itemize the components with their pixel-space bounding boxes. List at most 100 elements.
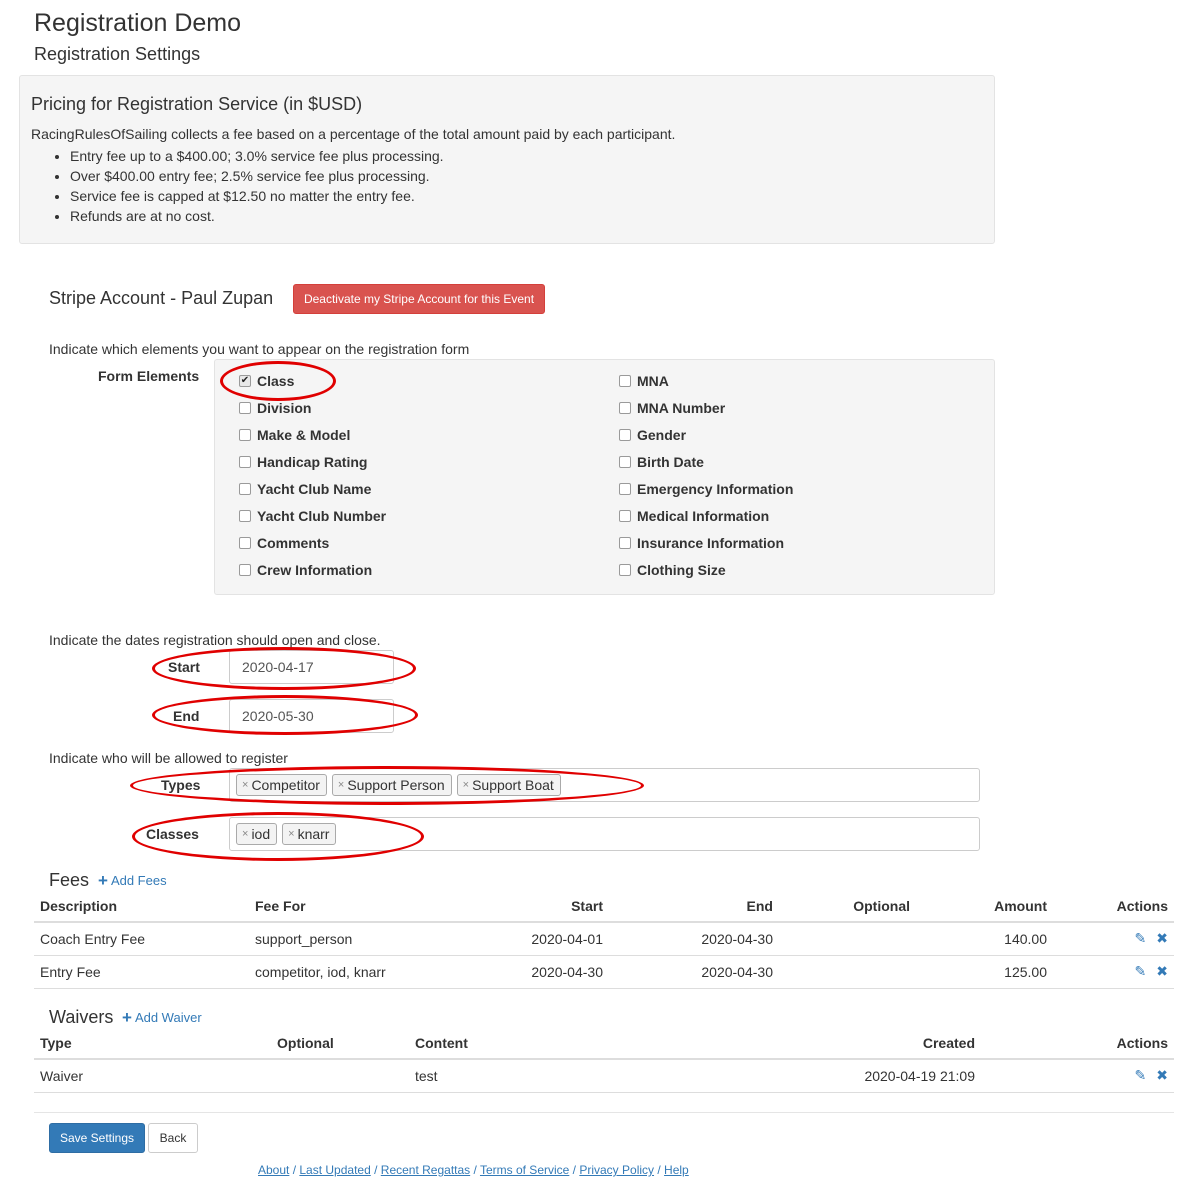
column-header: Actions [1053, 890, 1174, 923]
checkbox-label: Clothing Size [637, 562, 726, 578]
checkbox-box[interactable] [619, 483, 631, 495]
checkbox-gender[interactable]: Gender [619, 425, 686, 445]
checkbox-box[interactable] [619, 510, 631, 522]
checkbox-label: MNA Number [637, 400, 726, 416]
remove-icon[interactable]: × [242, 828, 248, 840]
checkbox-birth-date[interactable]: Birth Date [619, 452, 704, 472]
fee-actions: ✎ ✖ [1053, 922, 1174, 956]
checkbox-mna-number[interactable]: MNA Number [619, 398, 725, 418]
form-elements-instruction: Indicate which elements you want to appe… [49, 341, 470, 357]
pricing-panel: Pricing for Registration Service (in $US… [19, 75, 995, 244]
checkbox-make-model[interactable]: Make & Model [239, 425, 350, 445]
checkbox-box[interactable] [619, 429, 631, 441]
start-date-label: Start [168, 659, 200, 675]
checkbox-label: MNA [637, 373, 669, 389]
footer-separator: / [569, 1163, 580, 1177]
start-date-input[interactable]: 2020-04-17 [229, 650, 394, 684]
classes-label: Classes [146, 826, 199, 842]
remove-icon[interactable]: ✖ [1156, 1067, 1168, 1083]
checkbox-box[interactable] [239, 564, 251, 576]
checkbox-label: Birth Date [637, 454, 704, 470]
footer-link-about[interactable]: About [258, 1163, 289, 1177]
classes-tag-input[interactable]: × iod × knarr [229, 817, 980, 851]
column-header: Start [499, 890, 609, 923]
footer-link-privacy[interactable]: Privacy Policy [579, 1163, 654, 1177]
remove-icon[interactable]: ✖ [1156, 930, 1168, 946]
column-header: Amount [916, 890, 1053, 923]
column-header: Actions [981, 1027, 1174, 1060]
checkbox-box[interactable] [619, 402, 631, 414]
add-waiver-link[interactable]: + Add Waiver [122, 1007, 202, 1027]
column-header: Optional [271, 1027, 409, 1060]
tag-label: iod [251, 826, 271, 842]
remove-icon[interactable]: × [463, 779, 469, 791]
divider [34, 1112, 1174, 1113]
fee-for: support_person [249, 922, 499, 956]
checkbox-emergency-information[interactable]: Emergency Information [619, 479, 793, 499]
fee-amount: 140.00 [916, 922, 1053, 956]
waiver-actions: ✎ ✖ [981, 1059, 1174, 1093]
checkbox-medical-information[interactable]: Medical Information [619, 506, 769, 526]
table-row: Entry Fee competitor, iod, knarr 2020-04… [34, 955, 1174, 989]
back-button[interactable]: Back [148, 1123, 198, 1153]
plus-icon: + [122, 1007, 132, 1027]
fees-title: Fees [49, 870, 90, 890]
table-row: Waiver test 2020-04-19 21:09 ✎ ✖ [34, 1059, 1174, 1093]
page-subtitle: Registration Settings [34, 44, 201, 64]
remove-icon[interactable]: × [242, 779, 248, 791]
checkbox-label: Medical Information [637, 508, 770, 524]
checkbox-box[interactable] [239, 402, 251, 414]
footer-link-terms[interactable]: Terms of Service [480, 1163, 569, 1177]
form-elements-label: Form Elements [98, 368, 200, 384]
checkbox-crew-information[interactable]: Crew Information [239, 560, 372, 580]
checkmark-icon[interactable]: ✔ [239, 375, 251, 387]
add-fees-link[interactable]: + Add Fees [98, 872, 167, 889]
footer-link-help[interactable]: Help [664, 1163, 689, 1177]
fee-optional [779, 955, 916, 989]
checkbox-box[interactable] [239, 429, 251, 441]
tag-label: knarr [297, 826, 330, 842]
add-fees-label: Add Fees [110, 873, 167, 888]
column-header: Type [34, 1027, 271, 1060]
footer-link-recent-regattas[interactable]: Recent Regattas [381, 1163, 470, 1177]
checkbox-label: Handicap Rating [257, 454, 368, 470]
pricing-title: Pricing for Registration Service (in $US… [31, 94, 363, 114]
checkbox-clothing-size[interactable]: Clothing Size [619, 560, 726, 580]
deactivate-stripe-button[interactable]: Deactivate my Stripe Account for this Ev… [293, 284, 545, 314]
footer-link-last-updated[interactable]: Last Updated [299, 1163, 370, 1177]
remove-icon[interactable]: × [288, 828, 294, 840]
checkbox-box[interactable] [619, 456, 631, 468]
checkbox-box[interactable] [239, 456, 251, 468]
checkbox-division[interactable]: Division [239, 398, 311, 418]
save-settings-button[interactable]: Save Settings [49, 1123, 145, 1153]
waiver-optional [271, 1059, 409, 1093]
checkbox-yacht-club-name[interactable]: Yacht Club Name [239, 479, 371, 499]
column-header: End [609, 890, 779, 923]
fee-for: competitor, iod, knarr [249, 955, 499, 989]
footer-separator: / [370, 1163, 381, 1177]
checkbox-box[interactable] [239, 483, 251, 495]
end-date-input[interactable]: 2020-05-30 [229, 699, 394, 733]
checkbox-insurance-information[interactable]: Insurance Information [619, 533, 784, 553]
end-date-label: End [173, 708, 200, 724]
remove-icon[interactable]: ✖ [1156, 963, 1168, 979]
checkbox-box[interactable] [619, 537, 631, 549]
checkbox-handicap-rating[interactable]: Handicap Rating [239, 452, 367, 472]
checkbox-box[interactable] [619, 564, 631, 576]
checkbox-box[interactable] [239, 510, 251, 522]
checkbox-box[interactable] [239, 537, 251, 549]
pencil-icon[interactable]: ✎ [1135, 1067, 1147, 1083]
checkbox-yacht-club-number[interactable]: Yacht Club Number [239, 506, 386, 526]
checkbox-label: Emergency Information [637, 481, 794, 497]
remove-icon[interactable]: × [338, 779, 344, 791]
pencil-icon[interactable]: ✎ [1135, 930, 1147, 946]
checkbox-box[interactable] [619, 375, 631, 387]
pricing-bullet: Over $400.00 entry fee; 2.5% service fee… [70, 166, 444, 186]
checkbox-comments[interactable]: Comments [239, 533, 329, 553]
pencil-icon[interactable]: ✎ [1135, 963, 1147, 979]
types-tag-input[interactable]: × Competitor × Support Person × Support Boa… [229, 768, 980, 802]
checkbox-class[interactable]: ✔ Class [239, 371, 294, 391]
checkbox-label: Yacht Club Name [257, 481, 372, 497]
fee-end: 2020-04-30 [609, 955, 779, 989]
checkbox-mna[interactable]: MNA [619, 371, 669, 391]
